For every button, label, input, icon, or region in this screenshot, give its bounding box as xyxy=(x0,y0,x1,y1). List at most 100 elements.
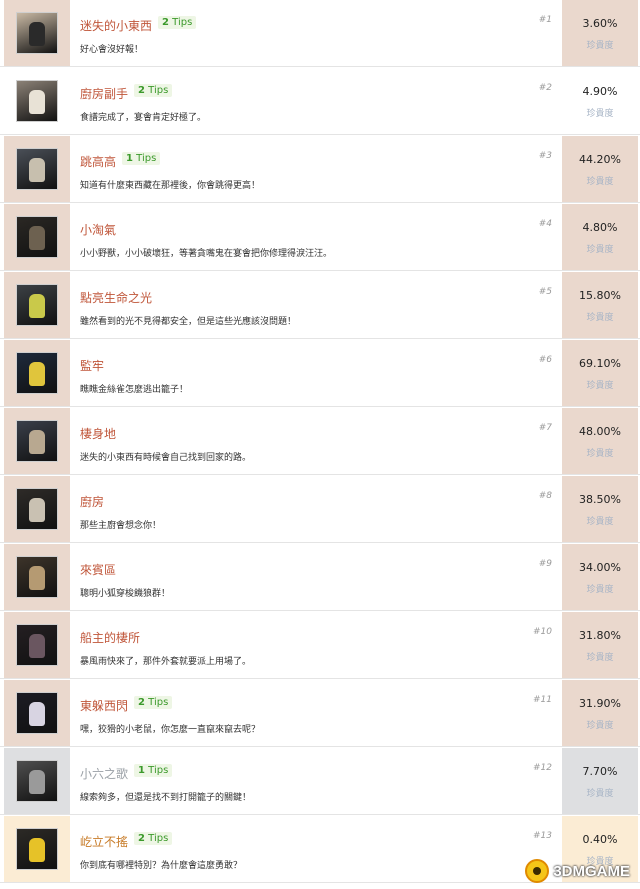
achievement-thumbnail xyxy=(16,556,58,598)
tips-badge[interactable]: 2 Tips xyxy=(134,696,173,709)
achievement-row[interactable]: 來賓區 聰明小狐穿梭饑狼群！ #9 34.00% 珍貴度 xyxy=(0,544,640,611)
rarity-label: 珍貴度 xyxy=(586,245,614,255)
thumbnail-cell xyxy=(4,816,70,882)
achievement-title[interactable]: 廚房 xyxy=(80,493,104,510)
achievement-title[interactable]: 東躲西閃 xyxy=(80,697,128,714)
unlock-percentage: 48.00% xyxy=(579,425,621,438)
unlock-percentage: 31.90% xyxy=(579,697,621,710)
cage-icon xyxy=(29,362,45,386)
rarity-label: 珍貴度 xyxy=(586,721,614,731)
achievement-row[interactable]: 廚房 那些主廚會想念你！ #8 38.50% 珍貴度 xyxy=(0,476,640,543)
tips-label: Tips xyxy=(172,17,193,28)
achievement-row[interactable]: 棲身地 迷失的小東西有時候會自己找到回家的路。 #7 48.00% 珍貴度 xyxy=(0,408,640,475)
tips-badge[interactable]: 2 Tips xyxy=(134,84,173,97)
achievement-number: #9 xyxy=(538,559,552,569)
tips-badge[interactable]: 2 Tips xyxy=(158,16,197,29)
achievement-thumbnail xyxy=(16,624,58,666)
rarity-label: 珍貴度 xyxy=(586,381,614,391)
thumbnail-cell xyxy=(4,272,70,338)
achievement-title[interactable]: 小淘氣 xyxy=(80,221,116,238)
achievement-title[interactable]: 迷失的小東西 xyxy=(80,17,152,34)
tips-badge[interactable]: 2 Tips xyxy=(134,832,173,845)
tips-badge[interactable]: 1 Tips xyxy=(122,152,161,165)
rarity-cell: 15.80% 珍貴度 xyxy=(562,272,638,338)
rarity-cell: 7.70% 珍貴度 xyxy=(562,748,638,814)
rarity-label: 珍貴度 xyxy=(586,585,614,595)
achievement-thumbnail xyxy=(16,828,58,870)
achievement-row[interactable]: 點亮生命之光 雖然看到的光不見得都安全，但是這些光應該沒問題！ #5 15.80% 珍貴… xyxy=(0,272,640,339)
achievement-row[interactable]: 跳高高 1 Tips 知道有什麼東西藏在那裡後，你會跳得更高！ #3 44.20% 珍貴度 xyxy=(0,136,640,203)
unlock-percentage: 69.10% xyxy=(579,357,621,370)
tips-count: 2 xyxy=(162,17,169,28)
achievement-row[interactable]: 小六之歌 1 Tips 線索夠多，但還是找不到打開籠子的關鍵！ #12 7.70% 珍貴度 xyxy=(0,748,640,815)
achievement-thumbnail xyxy=(16,284,58,326)
rarity-cell: 31.90% 珍貴度 xyxy=(562,680,638,746)
achievement-row[interactable]: 迷失的小東西 2 Tips 好心會沒好報！ #1 3.60% 珍貴度 xyxy=(0,0,640,67)
achievement-title[interactable]: 點亮生命之光 xyxy=(80,289,152,306)
achievement-title[interactable]: 小六之歌 xyxy=(80,765,128,782)
unlock-percentage: 44.20% xyxy=(579,153,621,166)
rarity-label: 珍貴度 xyxy=(586,41,614,51)
achievement-number: #4 xyxy=(538,219,552,229)
achievement-description: 小小野獸，小小破壞狂，等著貪嘴鬼在宴會把你修理得淚汪汪。 xyxy=(80,249,333,259)
thumbnail-cell xyxy=(4,680,70,746)
achievement-title[interactable]: 棲身地 xyxy=(80,425,116,442)
tips-count: 1 xyxy=(138,765,145,776)
achievement-description: 雖然看到的光不見得都安全，但是這些光應該沒問題！ xyxy=(80,317,297,327)
achievement-number: #7 xyxy=(538,423,552,433)
unlock-percentage: 3.60% xyxy=(582,17,618,30)
achievement-number: #13 xyxy=(533,831,552,841)
achievement-row[interactable]: 廚房副手 2 Tips 食譜完成了，宴會肯定好極了。 #2 4.90% 珍貴度 xyxy=(0,68,640,135)
achievement-thumbnail xyxy=(16,352,58,394)
achievement-description: 線索夠多，但還是找不到打開籠子的關鍵！ xyxy=(80,793,252,803)
achievement-title[interactable]: 屹立不搖 xyxy=(80,833,128,850)
achievement-thumbnail xyxy=(16,12,58,54)
achievement-row[interactable]: 小淘氣小小野獸，小小破壞狂，等著貪嘴鬼在宴會把你修理得淚汪汪。 #4 4.80% 珍貴… xyxy=(0,204,640,271)
child-figure-icon xyxy=(29,22,45,46)
unlock-percentage: 0.40% xyxy=(582,833,618,846)
achievement-title[interactable]: 跳高高 xyxy=(80,153,116,170)
unlock-percentage: 31.80% xyxy=(579,629,621,642)
unlock-percentage: 38.50% xyxy=(579,493,621,506)
tips-label: Tips xyxy=(148,697,169,708)
achievement-description: 那些主廚會想念你！ xyxy=(80,521,162,531)
tips-count: 2 xyxy=(138,833,145,844)
achievement-thumbnail xyxy=(16,216,58,258)
achievement-title[interactable]: 廚房副手 xyxy=(80,85,128,102)
watermark: 3DMGAME xyxy=(525,857,630,885)
achievement-description: 好心會沒好報！ xyxy=(80,45,144,55)
tips-label: Tips xyxy=(136,153,157,164)
achievement-row[interactable]: 船主的棲所 暴風雨快來了，那件外套就要派上用場了。 #10 31.80% 珍貴度 xyxy=(0,612,640,679)
achievement-number: #2 xyxy=(538,83,552,93)
tips-label: Tips xyxy=(148,833,169,844)
lamp-icon xyxy=(29,294,45,318)
statue-icon xyxy=(29,226,45,250)
achievement-number: #6 xyxy=(538,355,552,365)
achievement-description: 迷失的小東西有時候會自己找到回家的路。 xyxy=(80,453,252,463)
rarity-cell: 44.20% 珍貴度 xyxy=(562,136,638,202)
tips-badge[interactable]: 1 Tips xyxy=(134,764,173,777)
thumbnail-cell xyxy=(4,476,70,542)
rarity-label: 珍貴度 xyxy=(586,653,614,663)
thumbnail-cell xyxy=(4,0,70,66)
tips-label: Tips xyxy=(148,765,169,776)
achievement-row[interactable]: 東躲西閃 2 Tips 嘿，狡猾的小老鼠，你怎麼一直竄來竄去呢？ #11 31.90% 珍… xyxy=(0,680,640,747)
rarity-cell: 3.60% 珍貴度 xyxy=(562,0,638,66)
achievement-thumbnail xyxy=(16,148,58,190)
rarity-cell: 4.80% 珍貴度 xyxy=(562,204,638,270)
home-icon xyxy=(29,430,45,454)
achievement-title[interactable]: 監牢 xyxy=(80,357,104,374)
achievement-thumbnail xyxy=(16,692,58,734)
thumbnail-cell xyxy=(4,544,70,610)
raincoat-icon xyxy=(29,838,45,862)
achievement-row[interactable]: 監牢 瞧瞧金絲雀怎麼逃出籠子！ #6 69.10% 珍貴度 xyxy=(0,340,640,407)
thumbnail-cell xyxy=(4,204,70,270)
achievement-number: #8 xyxy=(538,491,552,501)
achievement-description: 暴風雨快來了，那件外套就要派上用場了。 xyxy=(80,657,252,667)
rarity-cell: 69.10% 珍貴度 xyxy=(562,340,638,406)
achievement-title[interactable]: 船主的棲所 xyxy=(80,629,140,646)
tips-label: Tips xyxy=(148,85,169,96)
achievement-title[interactable]: 來賓區 xyxy=(80,561,116,578)
unlock-percentage: 15.80% xyxy=(579,289,621,302)
achievement-number: #3 xyxy=(538,151,552,161)
